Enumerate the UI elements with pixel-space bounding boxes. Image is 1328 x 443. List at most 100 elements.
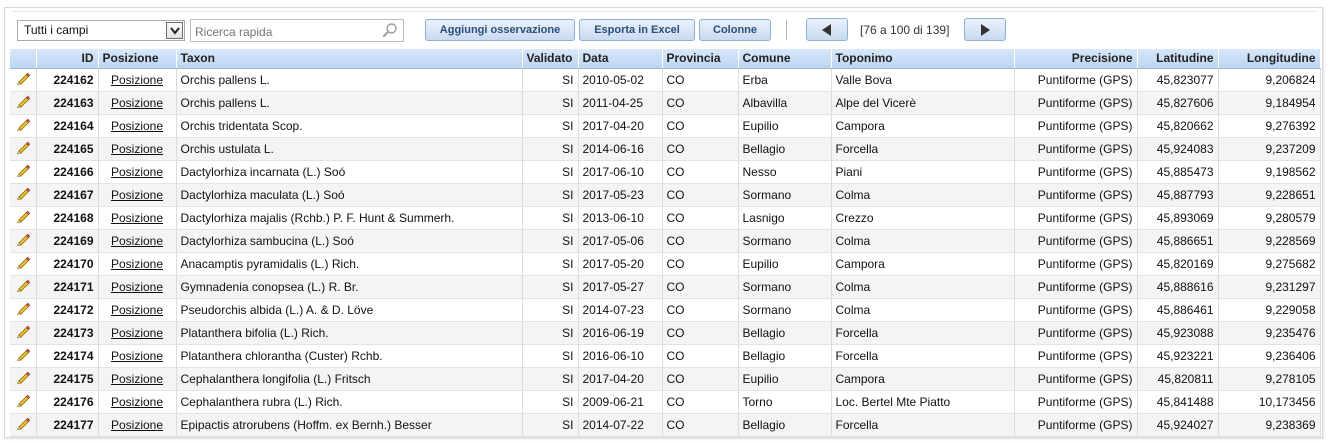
cell-latitudine: 45,886651 (1137, 229, 1219, 253)
edit-icon[interactable] (10, 91, 37, 115)
col-header-id[interactable]: ID (36, 49, 99, 69)
cell-precisione: Puntiforme (GPS) (1014, 275, 1138, 299)
cell-posizione-link[interactable]: Posizione (98, 206, 177, 230)
table-row[interactable]: 224175 Posizione Cephalanthera longifolia … (10, 367, 1321, 391)
cell-id[interactable]: 224176 (36, 390, 99, 414)
table-row[interactable]: 224163 Posizione Orchis pallens L. SI 2011-0… (10, 91, 1321, 115)
edit-icon[interactable] (10, 413, 37, 437)
cell-posizione-link[interactable]: Posizione (98, 413, 177, 437)
cell-id[interactable]: 224177 (36, 413, 99, 437)
edit-icon[interactable] (10, 367, 37, 391)
cell-comune: Nesso (738, 160, 832, 184)
search-icon[interactable] (382, 22, 398, 41)
quick-search-input[interactable] (190, 19, 404, 42)
cell-id[interactable]: 224163 (36, 91, 99, 115)
cell-posizione-link[interactable]: Posizione (98, 114, 177, 138)
cell-posizione-link[interactable]: Posizione (98, 275, 177, 299)
cell-taxon: Dactylorhiza maculata (L.) Soó (176, 183, 523, 207)
field-select-value: Tutti i campi (24, 23, 89, 37)
cell-posizione-link[interactable]: Posizione (98, 321, 177, 345)
table-row[interactable]: 224173 Posizione Platanthera bifolia (L.) … (10, 321, 1321, 345)
cell-posizione-link[interactable]: Posizione (98, 367, 177, 391)
table-row[interactable]: 224174 Posizione Platanthera chlorantha (C… (10, 344, 1321, 368)
cell-longitudine: 9,236406 (1218, 344, 1321, 368)
edit-icon[interactable] (10, 321, 37, 345)
cell-id[interactable]: 224168 (36, 206, 99, 230)
cell-provincia: CO (662, 229, 739, 253)
table-row[interactable]: 224177 Posizione Epipactis atrorubens (Hof… (10, 413, 1321, 437)
table-row[interactable]: 224166 Posizione Dactylorhiza incarnata (L… (10, 160, 1321, 184)
cell-comune: Bellagio (738, 413, 832, 437)
col-header-taxon[interactable]: Taxon (176, 49, 523, 69)
cell-longitudine: 9,228569 (1218, 229, 1321, 253)
field-select[interactable]: Tutti i campi (17, 20, 185, 41)
cell-id[interactable]: 224167 (36, 183, 99, 207)
edit-icon[interactable] (10, 137, 37, 161)
cell-id[interactable]: 224166 (36, 160, 99, 184)
col-header-longitudine[interactable]: Longitudine (1218, 49, 1321, 69)
cell-toponimo: Colma (831, 275, 1015, 299)
col-header-latitudine[interactable]: Latitudine (1137, 49, 1219, 69)
edit-icon[interactable] (10, 275, 37, 299)
edit-icon[interactable] (10, 252, 37, 276)
edit-icon[interactable] (10, 160, 37, 184)
export-excel-button[interactable]: Esporta in Excel (579, 19, 695, 41)
cell-id[interactable]: 224175 (36, 367, 99, 391)
cell-posizione-link[interactable]: Posizione (98, 344, 177, 368)
edit-icon[interactable] (10, 114, 37, 138)
cell-id[interactable]: 224164 (36, 114, 99, 138)
edit-icon[interactable] (10, 206, 37, 230)
columns-button[interactable]: Colonne (699, 19, 771, 41)
cell-id[interactable]: 224171 (36, 275, 99, 299)
cell-precisione: Puntiforme (GPS) (1014, 252, 1138, 276)
table-row[interactable]: 224165 Posizione Orchis ustulata L. SI 2014-… (10, 137, 1321, 161)
col-header-provincia[interactable]: Provincia (662, 49, 739, 69)
cell-id[interactable]: 224162 (36, 68, 99, 92)
edit-icon[interactable] (10, 344, 37, 368)
table-row[interactable]: 224169 Posizione Dactylorhiza sambucina (L… (10, 229, 1321, 253)
table-row[interactable]: 224170 Posizione Anacamptis pyramidalis (L… (10, 252, 1321, 276)
next-page-button[interactable] (964, 18, 1006, 41)
table-row[interactable]: 224167 Posizione Dactylorhiza maculata (L.… (10, 183, 1321, 207)
col-header-posizione[interactable]: Posizione (98, 49, 177, 69)
cell-id[interactable]: 224170 (36, 252, 99, 276)
cell-id[interactable]: 224173 (36, 321, 99, 345)
col-header-data[interactable]: Data (578, 49, 663, 69)
edit-icon[interactable] (10, 68, 37, 92)
cell-id[interactable]: 224165 (36, 137, 99, 161)
cell-posizione-link[interactable]: Posizione (98, 390, 177, 414)
cell-posizione-link[interactable]: Posizione (98, 160, 177, 184)
table-row[interactable]: 224176 Posizione Cephalanthera rubra (L.) … (10, 390, 1321, 414)
edit-icon[interactable] (10, 183, 37, 207)
cell-validato: SI (522, 114, 579, 138)
cell-posizione-link[interactable]: Posizione (98, 137, 177, 161)
edit-icon[interactable] (10, 390, 37, 414)
edit-icon[interactable] (10, 229, 37, 253)
cell-taxon: Pseudorchis albida (L.) A. & D. Löve (176, 298, 523, 322)
table-row[interactable]: 224164 Posizione Orchis tridentata Scop. SI… (10, 114, 1321, 138)
cell-longitudine: 9,229058 (1218, 298, 1321, 322)
add-observation-button[interactable]: Aggiungi osservazione (425, 19, 575, 41)
cell-posizione-link[interactable]: Posizione (98, 229, 177, 253)
table-row[interactable]: 224172 Posizione Pseudorchis albida (L.) A… (10, 298, 1321, 322)
table-row[interactable]: 224162 Posizione Orchis pallens L. SI 2010-0… (10, 68, 1321, 92)
cell-posizione-link[interactable]: Posizione (98, 298, 177, 322)
cell-posizione-link[interactable]: Posizione (98, 91, 177, 115)
table-row[interactable]: 224171 Posizione Gymnadenia conopsea (L.) … (10, 275, 1321, 299)
cell-toponimo: Campora (831, 114, 1015, 138)
cell-id[interactable]: 224174 (36, 344, 99, 368)
cell-validato: SI (522, 390, 579, 414)
col-header-comune[interactable]: Comune (738, 49, 832, 69)
cell-id[interactable]: 224169 (36, 229, 99, 253)
cell-posizione-link[interactable]: Posizione (98, 183, 177, 207)
cell-id[interactable]: 224172 (36, 298, 99, 322)
previous-page-button[interactable] (806, 18, 848, 41)
col-header-precisione[interactable]: Precisione (1014, 49, 1138, 69)
col-header-toponimo[interactable]: Toponimo (831, 49, 1015, 69)
table-row[interactable]: 224168 Posizione Dactylorhiza majalis (Rch… (10, 206, 1321, 230)
cell-posizione-link[interactable]: Posizione (98, 252, 177, 276)
col-header-validato[interactable]: Validato (522, 49, 579, 69)
chevron-down-icon[interactable] (166, 22, 183, 39)
edit-icon[interactable] (10, 298, 37, 322)
cell-posizione-link[interactable]: Posizione (98, 68, 177, 92)
